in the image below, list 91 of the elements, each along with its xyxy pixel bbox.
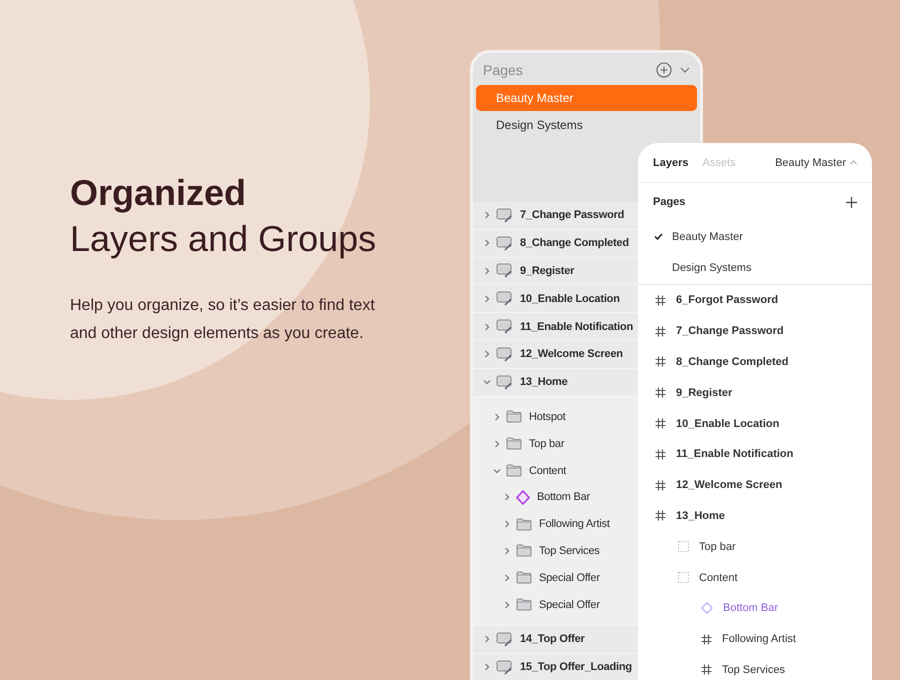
layer-row[interactable]: 15_Top Offer_Loading bbox=[473, 654, 638, 680]
hash-icon bbox=[655, 387, 666, 398]
hash-icon bbox=[655, 510, 666, 522]
layer-row[interactable]: 11_Enable Notification bbox=[473, 313, 638, 341]
chevron-right-icon[interactable] bbox=[493, 440, 501, 448]
layer-row[interactable]: 11_Enable Notification bbox=[638, 438, 872, 470]
layer-row[interactable]: Top bar bbox=[638, 531, 872, 562]
layer-row[interactable]: Top Services bbox=[638, 654, 872, 680]
layer-row[interactable]: 12_Welcome Screen bbox=[638, 470, 872, 501]
artboard-icon bbox=[496, 374, 513, 390]
folder-icon bbox=[506, 437, 522, 450]
headline: Organized bbox=[70, 171, 248, 215]
diamond-icon bbox=[701, 602, 713, 614]
folder-icon bbox=[506, 410, 522, 424]
panel-tab[interactable]: Layers bbox=[653, 156, 688, 168]
layer-row[interactable]: Special Offer bbox=[473, 591, 638, 618]
layer-row[interactable]: Content bbox=[473, 457, 638, 484]
add-icon[interactable] bbox=[846, 196, 857, 208]
layer-row[interactable]: 7_Change Password bbox=[638, 316, 872, 347]
chevron-right-icon[interactable] bbox=[483, 663, 491, 672]
folder-icon bbox=[516, 544, 532, 558]
layer-row[interactable]: Bottom Bar bbox=[638, 592, 872, 624]
chevron-right-icon[interactable] bbox=[503, 493, 511, 502]
chevron-right-icon[interactable] bbox=[503, 600, 511, 609]
artboard-icon bbox=[496, 660, 513, 675]
layer-row[interactable]: Top bar bbox=[473, 430, 638, 458]
caret-icon bbox=[850, 160, 857, 165]
subheadline: Layers and Groups bbox=[70, 217, 378, 261]
chevron-right-icon[interactable] bbox=[503, 574, 511, 582]
artboard-icon bbox=[496, 346, 513, 362]
layer-row[interactable]: Hotspot bbox=[473, 404, 638, 430]
artboard-icon bbox=[496, 632, 513, 647]
hash-icon bbox=[701, 664, 712, 676]
layer-row[interactable]: 7_Change Password bbox=[473, 202, 638, 230]
chevron-down-icon[interactable] bbox=[493, 466, 501, 475]
layer-row[interactable]: 13_Home bbox=[638, 500, 872, 532]
page-item[interactable]: Design Systems bbox=[476, 112, 697, 138]
layer-row[interactable]: 10_Enable Location bbox=[473, 285, 638, 314]
folder-icon bbox=[516, 571, 532, 584]
artboard-icon bbox=[496, 236, 513, 251]
layer-row[interactable]: 6_Forgot Password bbox=[638, 285, 872, 316]
page-dropdown[interactable]: Beauty Master bbox=[775, 156, 857, 168]
layer-row[interactable]: 9_Register bbox=[638, 377, 872, 408]
dotted-square-icon bbox=[678, 541, 689, 552]
description: Help you organize, so it’s easier to find text and other design elements as you create. bbox=[70, 296, 376, 344]
layer-row[interactable]: Top Services bbox=[473, 538, 638, 564]
layer-row[interactable]: 12_Welcome Screen bbox=[473, 340, 638, 369]
folder-icon bbox=[516, 598, 532, 612]
layer-row[interactable]: 13_Home bbox=[473, 368, 638, 397]
chevron-right-icon[interactable] bbox=[493, 412, 501, 421]
artboard-icon bbox=[496, 208, 513, 223]
artboard-icon bbox=[496, 319, 513, 334]
folder-icon bbox=[506, 464, 522, 478]
panel-title: Pages bbox=[483, 62, 524, 78]
layer-row[interactable]: 10_Enable Location bbox=[638, 408, 872, 439]
chevron-right-icon[interactable] bbox=[483, 211, 491, 220]
hash-icon bbox=[655, 448, 666, 460]
layer-row[interactable]: Bottom Bar bbox=[473, 484, 638, 511]
chevron-down-icon[interactable] bbox=[680, 66, 690, 74]
layer-row[interactable]: 14_Top Offer bbox=[473, 626, 638, 654]
layer-row[interactable]: Content bbox=[638, 562, 872, 593]
artboard-icon bbox=[496, 263, 513, 278]
chevron-right-icon[interactable] bbox=[483, 635, 491, 644]
dotted-square-icon bbox=[678, 572, 689, 584]
chevron-right-icon[interactable] bbox=[483, 294, 491, 303]
chevron-right-icon[interactable] bbox=[483, 350, 491, 358]
hash-icon bbox=[655, 326, 666, 337]
chevron-right-icon[interactable] bbox=[483, 239, 491, 248]
add-icon[interactable] bbox=[656, 62, 672, 78]
diamond-icon bbox=[516, 490, 530, 505]
layer-row[interactable]: Special Offer bbox=[473, 564, 638, 592]
chevron-right-icon[interactable] bbox=[503, 520, 511, 528]
chevron-down-icon[interactable] bbox=[483, 378, 491, 386]
hash-icon bbox=[655, 294, 666, 306]
hash-icon bbox=[701, 634, 712, 645]
folder-icon bbox=[516, 518, 532, 531]
layer-row[interactable]: 9_Register bbox=[473, 258, 638, 286]
layer-row[interactable]: Following Artist bbox=[473, 510, 638, 538]
layer-row[interactable]: 8_Change Completed bbox=[473, 230, 638, 258]
section-title: Pages bbox=[653, 196, 686, 208]
hash-icon bbox=[655, 480, 666, 491]
chevron-right-icon[interactable] bbox=[483, 266, 491, 275]
hash-icon bbox=[655, 356, 666, 368]
hash-icon bbox=[655, 418, 666, 430]
artboard-icon bbox=[496, 291, 513, 306]
chevron-right-icon[interactable] bbox=[503, 546, 511, 555]
page-item[interactable]: Beauty Master bbox=[638, 221, 872, 252]
page-item[interactable]: Design Systems bbox=[638, 252, 872, 283]
layer-row[interactable]: Following Artist bbox=[638, 624, 872, 655]
chevron-right-icon[interactable] bbox=[483, 322, 491, 331]
layer-row[interactable]: 8_Change Completed bbox=[638, 346, 872, 378]
